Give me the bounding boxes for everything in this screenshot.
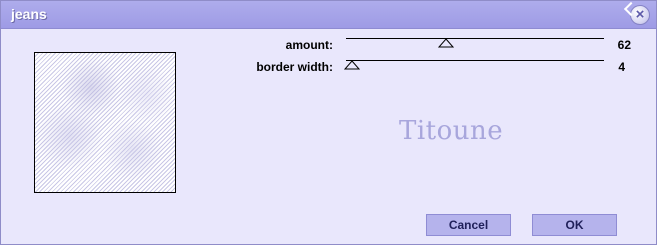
amount-value: 62 <box>617 38 631 52</box>
amount-slider-track[interactable] <box>346 38 604 39</box>
preview-image <box>34 52 176 193</box>
title-bar[interactable]: jeans × <box>1 1 656 29</box>
amount-label: amount: <box>285 38 333 52</box>
border-width-slider-track[interactable] <box>346 60 604 61</box>
ok-button[interactable]: OK <box>532 214 617 236</box>
close-button[interactable]: × <box>623 1 650 25</box>
filter-dialog: jeans × amount: 62 border width: 4 Titou… <box>0 0 657 245</box>
close-icon: × <box>635 6 645 23</box>
cancel-button[interactable]: Cancel <box>426 214 511 236</box>
border-width-label: border width: <box>256 60 333 74</box>
window-title: jeans <box>11 6 47 22</box>
border-width-value: 4 <box>618 60 625 74</box>
triangle-icon <box>438 38 454 48</box>
watermark-text: Titoune <box>399 116 504 146</box>
triangle-icon <box>344 60 360 70</box>
